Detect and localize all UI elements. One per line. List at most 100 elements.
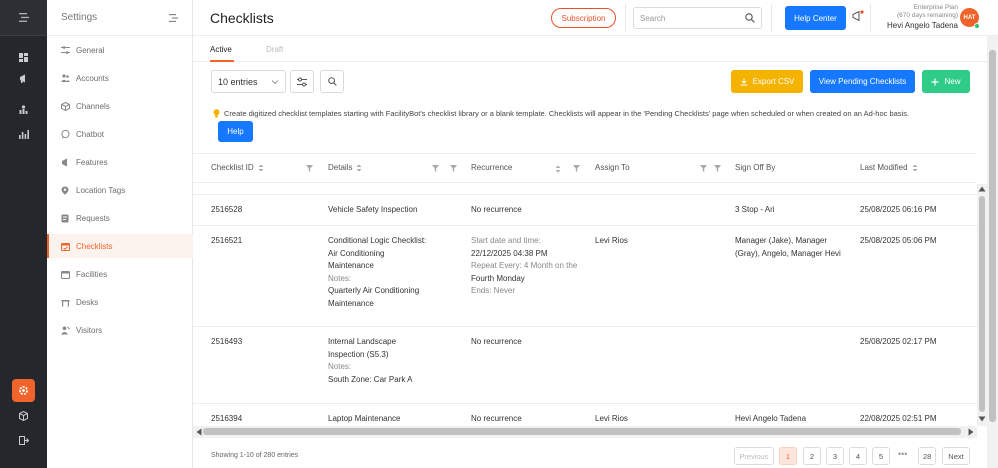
table-row[interactable]: 2516394 Laptop Maintenance No recurrence… (193, 404, 977, 426)
pagination-page-2[interactable]: 2 (803, 447, 821, 465)
search-icon (327, 77, 337, 86)
table-header: Checklist ID Details Recurrence Assign T… (193, 153, 977, 183)
filter-icon[interactable] (306, 165, 313, 172)
pagination-next[interactable]: Next (942, 447, 970, 465)
page-size-select[interactable]: 10 entries (211, 70, 286, 93)
settings-nav-label: General (76, 45, 105, 55)
scroll-down-arrow-icon[interactable] (978, 416, 986, 422)
export-csv-button[interactable]: Export CSV (731, 70, 803, 93)
recurrence-line: Start date and time: (471, 236, 541, 245)
settings-nav-channels[interactable]: Channels (47, 94, 193, 118)
tab-active[interactable]: Active (210, 45, 232, 54)
help-button[interactable]: Help (218, 121, 253, 142)
user-name: Hevi Angelo Tadena (886, 21, 958, 30)
cell-checklist-id: 2516528 (211, 205, 243, 214)
settings-nav-general[interactable]: General (47, 38, 193, 62)
settings-nav-accounts[interactable]: Accounts (47, 66, 193, 90)
column-header-assign-to[interactable]: Assign To (595, 163, 630, 172)
menu-collapse-icon (18, 13, 29, 22)
pagination-page-5[interactable]: 5 (872, 447, 890, 465)
chat-icon (60, 129, 70, 139)
calendar-check-icon (60, 241, 70, 251)
pagination-page-last[interactable]: 28 (918, 447, 937, 465)
settings-title: Settings (61, 12, 98, 23)
rail-analytics-button[interactable] (0, 99, 47, 119)
sort-icon[interactable] (555, 165, 561, 173)
sort-icon (356, 164, 362, 171)
pagination-page-1[interactable]: 1 (779, 447, 797, 465)
settings-nav-location-tags[interactable]: Location Tags (47, 178, 193, 202)
table-vertical-scroll-thumb[interactable] (979, 196, 985, 412)
pagination-ellipsis: ••• (898, 449, 908, 459)
filter-icon[interactable] (700, 165, 707, 172)
settings-nav-desks[interactable]: Desks (47, 290, 193, 314)
settings-nav-features[interactable]: Features (47, 150, 193, 174)
settings-nav-requests[interactable]: Requests (47, 206, 193, 230)
column-label: Details (328, 163, 353, 172)
column-label: Last Modified (860, 163, 908, 172)
collapse-panel-icon[interactable] (169, 13, 178, 22)
cell-details: Laptop Maintenance (328, 414, 401, 423)
filter-settings-button[interactable] (290, 70, 314, 93)
new-button[interactable]: New (922, 70, 970, 93)
announcement-icon[interactable] (852, 10, 864, 22)
rail-logout-button[interactable] (0, 430, 47, 450)
settings-nav-checklists[interactable]: Checklists (47, 234, 193, 258)
scroll-up-arrow-icon[interactable] (978, 186, 986, 192)
settings-panel: Settings General Accounts Channels Chatb… (47, 0, 193, 468)
filter-icon[interactable] (432, 165, 439, 172)
rail-packages-button[interactable] (0, 406, 47, 426)
column-header-checklist-id[interactable]: Checklist ID (211, 163, 264, 172)
cell-checklist-id: 2516521 (211, 236, 243, 245)
rail-settings-button[interactable] (12, 379, 35, 402)
filter-icon[interactable] (714, 165, 721, 172)
page-vertical-scroll-thumb[interactable] (989, 50, 996, 422)
settings-nav-facilities[interactable]: Facilities (47, 262, 193, 286)
tab-underline (210, 60, 234, 62)
pagination-previous[interactable]: Previous (734, 447, 774, 465)
table-row[interactable]: 2516493 Internal Landscape Inspection (S… (193, 327, 977, 404)
settings-nav-visitors[interactable]: Visitors (47, 318, 193, 342)
download-icon (740, 78, 748, 85)
recurrence-line: 22/12/2025 04:38 PM (471, 248, 548, 258)
rail-dashboard-button[interactable] (0, 47, 47, 67)
table-row[interactable]: 2516528 Vehicle Safety Inspection No rec… (193, 195, 977, 226)
menu-toggle-button[interactable] (0, 0, 47, 36)
settings-nav-chatbot[interactable]: Chatbot (47, 122, 193, 146)
table-horizontal-scroll-thumb[interactable] (203, 428, 961, 435)
filter-icon[interactable] (573, 165, 580, 172)
tab-draft[interactable]: Draft (266, 45, 283, 54)
logout-icon (18, 435, 29, 445)
gear-icon (19, 386, 28, 395)
cell-sign-off-by: Manager (Jake), Manager (Gray), Angelo, … (735, 236, 841, 258)
pagination-page-4[interactable]: 4 (849, 447, 867, 465)
cell-assign-to: Levi Rios (595, 414, 628, 423)
pagination-page-3[interactable]: 3 (826, 447, 844, 465)
filter-icon[interactable] (450, 165, 457, 172)
scroll-right-arrow-icon[interactable] (968, 428, 974, 436)
column-header-details[interactable]: Details (328, 163, 362, 172)
sliders-icon (297, 77, 307, 86)
table-search-button[interactable] (320, 70, 344, 93)
page-title: Checklists (210, 10, 274, 26)
table-row[interactable]: 2516521 Conditional Logic Checklist: Air… (193, 226, 977, 327)
scroll-left-arrow-icon[interactable] (196, 428, 202, 436)
rail-reports-button[interactable] (0, 124, 47, 144)
cell-details: Vehicle Safety Inspection (328, 205, 418, 214)
chevron-down-icon (271, 80, 279, 85)
rail-broadcast-button[interactable] (0, 68, 47, 88)
column-header-recurrence[interactable]: Recurrence (471, 163, 512, 172)
export-label: Export CSV (752, 77, 795, 86)
lightbulb-icon (213, 109, 220, 118)
settings-nav-label: Features (76, 157, 108, 167)
view-pending-checklists-button[interactable]: View Pending Checklists (810, 70, 915, 93)
cell-checklist-id: 2516394 (211, 414, 243, 423)
settings-nav-label: Location Tags (76, 185, 126, 195)
subscription-button[interactable]: Subscription (551, 8, 616, 28)
bar-chart-icon (18, 129, 29, 139)
search-input[interactable]: Search (633, 7, 762, 29)
new-label: New (944, 77, 961, 86)
column-header-last-modified[interactable]: Last Modified (860, 163, 918, 172)
help-center-button[interactable]: Help Center (785, 6, 846, 30)
column-header-sign-off-by[interactable]: Sign Off By (735, 163, 775, 172)
